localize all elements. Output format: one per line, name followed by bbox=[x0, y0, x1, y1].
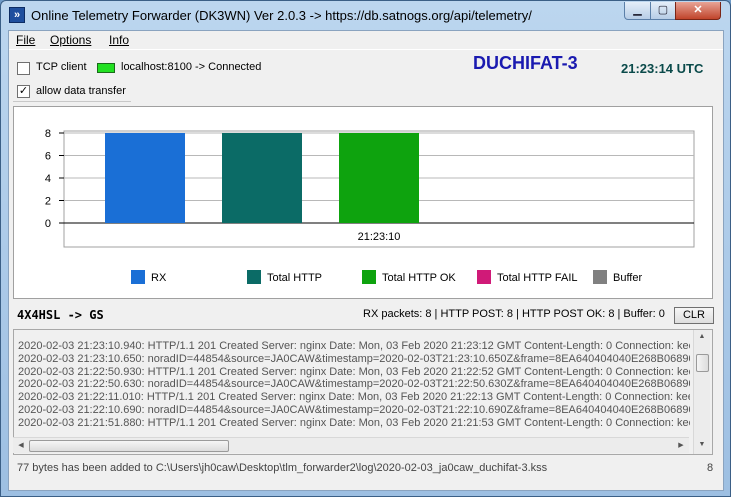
scroll-left-arrow-icon[interactable]: ◀ bbox=[13, 438, 29, 454]
bar-total-http-ok bbox=[339, 133, 419, 223]
vertical-scrollbar[interactable]: ▲ ▼ bbox=[693, 330, 710, 454]
y-tick-label: 6 bbox=[45, 151, 51, 163]
legend-swatch bbox=[593, 270, 607, 284]
horizontal-scrollbar[interactable]: ◀ ▶ bbox=[13, 437, 689, 453]
legend-label: RX bbox=[151, 272, 167, 284]
bar-total-http bbox=[222, 133, 302, 223]
tcp-client-checkbox[interactable] bbox=[17, 62, 30, 75]
legend-label: Total HTTP bbox=[267, 272, 323, 284]
legend-item: Total HTTP FAIL bbox=[477, 270, 578, 284]
scroll-down-arrow-icon[interactable]: ▼ bbox=[694, 438, 710, 452]
satellite-name: DUCHIFAT-3 bbox=[473, 53, 578, 73]
y-tick-label: 4 bbox=[45, 173, 51, 185]
vertical-scroll-thumb[interactable] bbox=[696, 354, 709, 372]
legend-swatch bbox=[247, 270, 261, 284]
legend-swatch bbox=[131, 270, 145, 284]
log-line: 2020-02-03 21:23:10.650: noradID=44854&s… bbox=[18, 352, 690, 365]
log-lines: 2020-02-03 21:23:10.940: HTTP/1.1 201 Cr… bbox=[18, 340, 690, 430]
log-line: 2020-02-03 21:23:10.940: HTTP/1.1 201 Cr… bbox=[18, 340, 690, 352]
legend-item: Buffer bbox=[593, 270, 642, 284]
y-tick-label: 2 bbox=[45, 196, 51, 208]
log-line: 2020-02-03 21:21:51.880: HTTP/1.1 201 Cr… bbox=[18, 416, 690, 429]
clear-button[interactable]: CLR bbox=[674, 307, 714, 324]
legend-label: Total HTTP OK bbox=[382, 272, 456, 284]
status-message: 77 bytes has been added to C:\Users\jh0c… bbox=[17, 462, 548, 474]
minimize-button[interactable]: ▁ bbox=[624, 2, 651, 20]
scroll-up-arrow-icon[interactable]: ▲ bbox=[694, 330, 710, 344]
title-bar[interactable]: » Online Telemetry Forwarder (DK3WN) Ver… bbox=[1, 1, 730, 31]
ground-station-label: 4X4HSL -> GS bbox=[17, 308, 104, 322]
application-window: » Online Telemetry Forwarder (DK3WN) Ver… bbox=[0, 0, 731, 497]
legend-swatch bbox=[362, 270, 376, 284]
tcp-client-label: TCP client bbox=[36, 61, 87, 73]
legend-swatch bbox=[477, 270, 491, 284]
log-line: 2020-02-03 21:22:10.690: noradID=44854&s… bbox=[18, 403, 690, 416]
maximize-icon: ▢ bbox=[657, 4, 669, 16]
y-tick-label: 0 bbox=[45, 218, 51, 230]
log-line: 2020-02-03 21:22:11.010: HTTP/1.1 201 Cr… bbox=[18, 391, 690, 404]
close-button[interactable]: ✕ bbox=[675, 2, 721, 20]
y-tick-label: 8 bbox=[45, 128, 51, 140]
minimize-icon: ▁ bbox=[633, 4, 642, 16]
check-mark-icon: ✓ bbox=[18, 85, 29, 97]
client-area: File Options Info TCP client localhost:8… bbox=[8, 30, 724, 491]
menu-bar: File Options Info bbox=[9, 31, 723, 50]
connection-status-text: localhost:8100 -> Connected bbox=[121, 61, 262, 73]
divider bbox=[13, 101, 131, 102]
legend-item: Total HTTP bbox=[247, 270, 322, 284]
allow-data-transfer-checkbox[interactable]: ✓ bbox=[17, 85, 30, 98]
scroll-right-arrow-icon[interactable]: ▶ bbox=[673, 438, 689, 454]
maximize-button[interactable]: ▢ bbox=[650, 2, 676, 20]
allow-data-transfer-label: allow data transfer bbox=[36, 85, 126, 97]
telemetry-chart: 0 2 4 6 8 21:23:10 RX Total HTTP Total HTTP OK T… bbox=[13, 106, 713, 299]
packet-stats: RX packets: 8 | HTTP POST: 8 | HTTP POST… bbox=[363, 308, 665, 320]
utc-clock: 21:23:14 UTC bbox=[621, 61, 704, 76]
menu-info[interactable]: Info bbox=[109, 33, 129, 47]
horizontal-scroll-thumb[interactable] bbox=[29, 440, 229, 452]
legend-label: Total HTTP FAIL bbox=[497, 272, 578, 284]
forward-arrow-icon[interactable]: » bbox=[9, 7, 25, 23]
legend-item: Total HTTP OK bbox=[362, 270, 456, 284]
x-tick-label: 21:23:10 bbox=[358, 231, 401, 243]
close-icon: ✕ bbox=[693, 4, 703, 16]
menu-options[interactable]: Options bbox=[50, 33, 91, 47]
log-line: 2020-02-03 21:22:50.630: noradID=44854&s… bbox=[18, 378, 690, 391]
bar-rx bbox=[105, 133, 185, 223]
legend-item: RX bbox=[131, 270, 166, 284]
menu-file[interactable]: File bbox=[16, 33, 35, 47]
log-line: 2020-02-03 21:22:50.930: HTTP/1.1 201 Cr… bbox=[18, 365, 690, 378]
connection-status-led bbox=[97, 63, 115, 73]
legend-label: Buffer bbox=[613, 272, 643, 284]
window-title: Online Telemetry Forwarder (DK3WN) Ver 2… bbox=[31, 8, 532, 23]
status-count: 8 bbox=[707, 462, 714, 474]
